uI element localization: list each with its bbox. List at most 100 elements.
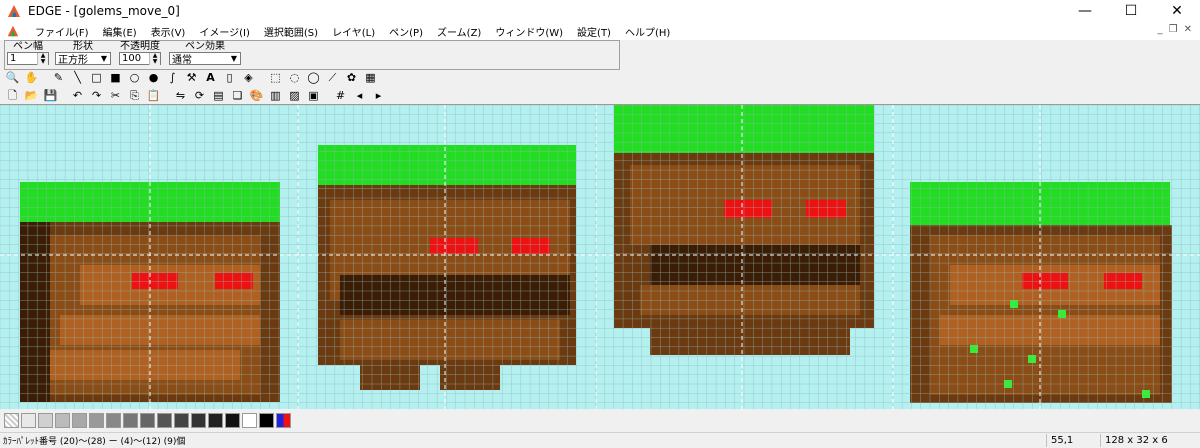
palette-swatch[interactable] — [72, 413, 87, 428]
new-icon[interactable]: 🗋 — [4, 87, 21, 104]
film-icon[interactable]: ▥ — [267, 87, 284, 104]
pen-effect-select[interactable]: 通常 ▼ — [169, 52, 241, 66]
pen-width-label: ペン幅 — [13, 41, 43, 52]
title-bar: EDGE - [golems_move_0] — ☐ ✕ — [0, 0, 1200, 22]
palette-swatch[interactable] — [89, 413, 104, 428]
flip-icon[interactable]: ⇋ — [172, 87, 189, 104]
hammer-icon[interactable]: ⚒ — [183, 69, 200, 86]
redo-icon[interactable]: ↷ — [88, 87, 105, 104]
stamp-icon[interactable]: ✿ — [343, 69, 360, 86]
image-icon[interactable]: ▨ — [286, 87, 303, 104]
paste-icon[interactable]: 📋 — [145, 87, 162, 104]
palette-swatch[interactable] — [106, 413, 121, 428]
file-toolbar: 🗋 📂 💾 ↶ ↷ ✂ ⎘ 📋 ⇋ ⟳ ▤ ❏ 🎨 ▥ ▨ ▣ # ◂ ▸ — [4, 86, 387, 105]
pixel-block — [640, 285, 860, 315]
pen-opacity-spinner[interactable]: 100 ▲ ▼ — [119, 52, 161, 65]
pencil-icon[interactable]: ✎ — [50, 69, 67, 86]
pen-width-spinner[interactable]: 1 ▲ ▼ — [7, 52, 49, 65]
curve-icon[interactable]: ∫ — [164, 69, 181, 86]
palette-swatch[interactable] — [4, 413, 19, 428]
pixel-canvas[interactable] — [0, 104, 1200, 409]
pixel-block — [806, 200, 846, 218]
menu-image[interactable]: イメージ(I) — [192, 24, 257, 39]
status-bar: ｶﾗｰﾊﾟﾚｯﾄ番号 (20)〜(28) ー (4)〜(12) (9)個 55,… — [0, 432, 1200, 448]
close-button[interactable]: ✕ — [1154, 0, 1200, 22]
palette-swatch[interactable] — [242, 413, 257, 428]
pen-shape-select[interactable]: 正方形 ▼ — [55, 52, 111, 66]
pen-opacity-label: 不透明度 — [120, 41, 160, 52]
spinner-arrows-icon[interactable]: ▲ ▼ — [149, 52, 160, 65]
pixel-block — [1022, 273, 1068, 289]
circle-icon[interactable]: ○ — [126, 69, 143, 86]
palette-swatch[interactable] — [157, 413, 172, 428]
palette-swatch[interactable] — [174, 413, 189, 428]
grid-icon[interactable]: # — [332, 87, 349, 104]
palette-swatch[interactable] — [123, 413, 138, 428]
palette-swatch[interactable] — [55, 413, 70, 428]
eraser-icon[interactable]: ▯ — [221, 69, 238, 86]
select-grid-icon[interactable]: ▦ — [362, 69, 379, 86]
palette-swatch[interactable] — [276, 413, 291, 428]
layer-icon[interactable]: ❏ — [229, 87, 246, 104]
menu-selection[interactable]: 選択範囲(S) — [257, 24, 325, 39]
next-icon[interactable]: ▸ — [370, 87, 387, 104]
pixel-block — [1104, 273, 1142, 289]
lasso-icon[interactable]: ◯ — [305, 69, 322, 86]
line-icon[interactable]: ╲ — [69, 69, 86, 86]
zoom-icon[interactable]: 🔍 — [4, 69, 21, 86]
palette-swatch[interactable] — [21, 413, 36, 428]
palette-swatch[interactable] — [140, 413, 155, 428]
save-icon[interactable]: 💾 — [42, 87, 59, 104]
magic-wand-icon[interactable]: ⟋ — [324, 69, 341, 86]
palette-swatch[interactable] — [191, 413, 206, 428]
status-palette-range: ｶﾗｰﾊﾟﾚｯﾄ番号 (20)〜(28) ー (4)〜(12) (9)個 — [3, 437, 186, 447]
filled-rect-icon[interactable]: ■ — [107, 69, 124, 86]
menu-zoom[interactable]: ズーム(Z) — [430, 24, 488, 39]
pen-toolbar: ペン幅 1 ▲ ▼ 形状 正方形 ▼ 不透明度 100 ▲ ▼ ペン効果 通常 ▼ — [4, 40, 620, 70]
pixel-block — [40, 350, 240, 380]
palette-swatch[interactable] — [208, 413, 223, 428]
palette-edit-icon[interactable]: ▤ — [210, 87, 227, 104]
menu-settings[interactable]: 設定(T) — [570, 24, 618, 39]
frame-icon[interactable]: ▣ — [305, 87, 322, 104]
menu-edit[interactable]: 編集(E) — [96, 24, 144, 39]
sprite-sheet[interactable] — [0, 105, 1200, 409]
chevron-down-icon: ▼ — [100, 54, 108, 63]
spinner-arrows-icon[interactable]: ▲ ▼ — [37, 52, 48, 65]
select-circle-icon[interactable]: ◌ — [286, 69, 303, 86]
mdi-minimize-button[interactable]: _ — [1158, 24, 1163, 35]
drawing-toolbar: 🔍 ✋ ✎ ╲ □ ■ ○ ● ∫ ⚒ A ▯ ◈ ⬚ ◌ ◯ ⟋ ✿ ▦ — [4, 68, 379, 87]
document-icon — [7, 25, 19, 37]
pixel-block — [1058, 310, 1066, 318]
menu-layer[interactable]: レイヤ(L) — [325, 24, 382, 39]
prev-icon[interactable]: ◂ — [351, 87, 368, 104]
palette-swatch[interactable] — [225, 413, 240, 428]
filled-circle-icon[interactable]: ● — [145, 69, 162, 86]
menu-pen[interactable]: ペン(P) — [382, 24, 430, 39]
menu-help[interactable]: ヘルプ(H) — [618, 24, 677, 39]
palette-swatch[interactable] — [259, 413, 274, 428]
pixel-block — [1142, 390, 1150, 398]
menu-view[interactable]: 表示(V) — [144, 24, 193, 39]
cut-icon[interactable]: ✂ — [107, 87, 124, 104]
pixel-block — [512, 238, 550, 254]
rect-icon[interactable]: □ — [88, 69, 105, 86]
palette-swatch[interactable] — [38, 413, 53, 428]
menu-file[interactable]: ファイル(F) — [28, 24, 96, 39]
menu-window[interactable]: ウィンドウ(W) — [488, 24, 570, 39]
menu-bar: ファイル(F) 編集(E) 表示(V) イメージ(I) 選択範囲(S) レイヤ(… — [0, 22, 1200, 40]
fill-icon[interactable]: ◈ — [240, 69, 257, 86]
hand-icon[interactable]: ✋ — [23, 69, 40, 86]
rotate-icon[interactable]: ⟳ — [191, 87, 208, 104]
minimize-button[interactable]: — — [1062, 0, 1108, 22]
color-icon[interactable]: 🎨 — [248, 87, 265, 104]
open-icon[interactable]: 📂 — [23, 87, 40, 104]
text-icon[interactable]: A — [202, 69, 219, 86]
pixel-block — [440, 360, 500, 390]
mdi-close-button[interactable]: ✕ — [1184, 24, 1192, 35]
mdi-restore-button[interactable]: ❐ — [1169, 24, 1178, 35]
select-rect-icon[interactable]: ⬚ — [267, 69, 284, 86]
copy-icon[interactable]: ⎘ — [126, 87, 143, 104]
undo-icon[interactable]: ↶ — [69, 87, 86, 104]
maximize-button[interactable]: ☐ — [1108, 0, 1154, 22]
